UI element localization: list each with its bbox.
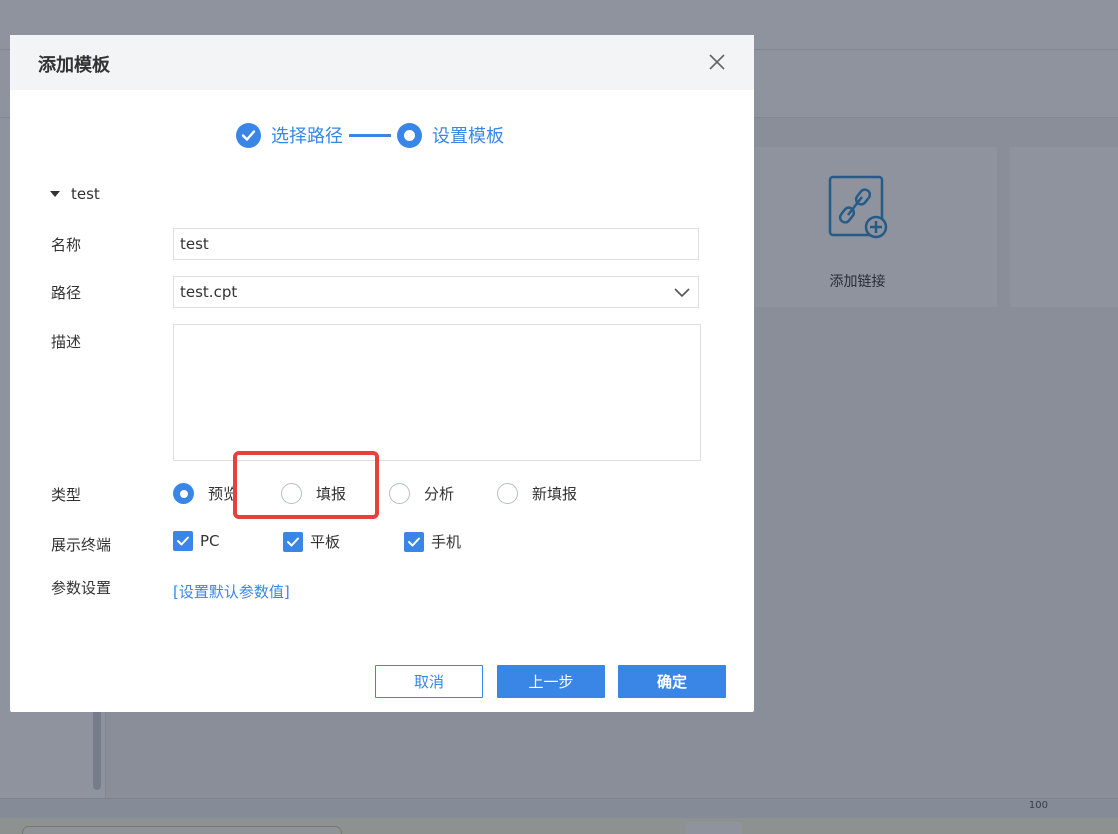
type-radio-new-fill-label: 新填报 bbox=[532, 485, 578, 503]
path-select[interactable]: test.cpt bbox=[173, 276, 699, 308]
terminal-check-phone-label: 手机 bbox=[431, 533, 462, 551]
radio-checked-icon bbox=[173, 483, 194, 504]
type-label: 类型 bbox=[51, 486, 82, 504]
step-indicator: 选择路径 设置模板 bbox=[236, 121, 504, 149]
terminal-label: 展示终端 bbox=[51, 536, 112, 554]
terminal-check-pc-label: PC bbox=[200, 532, 220, 550]
radio-unchecked-icon bbox=[497, 483, 518, 504]
name-input[interactable]: test bbox=[173, 228, 699, 260]
name-label: 名称 bbox=[51, 236, 82, 254]
checkbox-checked-icon bbox=[404, 531, 424, 552]
path-label: 路径 bbox=[51, 284, 82, 302]
terminal-check-phone[interactable]: 手机 bbox=[404, 531, 461, 552]
terminal-check-pc[interactable]: PC bbox=[173, 531, 220, 551]
close-icon[interactable] bbox=[706, 51, 728, 73]
step-connector bbox=[349, 133, 391, 137]
radio-unchecked-icon bbox=[389, 483, 410, 504]
group-label: test bbox=[71, 185, 100, 203]
param-label: 参数设置 bbox=[51, 579, 112, 597]
confirm-button[interactable]: 确定 bbox=[618, 665, 726, 698]
step-done-check-icon bbox=[236, 122, 261, 148]
name-input-value: test bbox=[180, 235, 209, 253]
chevron-down-icon bbox=[674, 285, 690, 301]
add-template-dialog: 添加模板 选择路径 设置模板 test 名称 test 路径 test.cpt … bbox=[10, 35, 754, 712]
highlight-annotation bbox=[233, 451, 379, 519]
prev-step-button[interactable]: 上一步 bbox=[497, 665, 605, 698]
type-radio-analysis-label: 分析 bbox=[424, 485, 455, 503]
step-current-icon bbox=[397, 122, 422, 148]
step-2-label: 设置模板 bbox=[432, 126, 504, 147]
desc-textarea[interactable] bbox=[173, 324, 701, 461]
dialog-header: 添加模板 bbox=[10, 35, 754, 90]
caret-down-icon bbox=[50, 191, 60, 197]
group-toggle[interactable]: test bbox=[50, 185, 100, 203]
checkbox-checked-icon bbox=[283, 531, 303, 552]
path-select-value: test.cpt bbox=[180, 283, 238, 301]
step-1-label: 选择路径 bbox=[271, 126, 343, 147]
cancel-button[interactable]: 取消 bbox=[375, 665, 483, 698]
dialog-title: 添加模板 bbox=[38, 55, 110, 76]
type-radio-new-fill[interactable]: 新填报 bbox=[497, 483, 577, 504]
checkbox-checked-icon bbox=[173, 531, 193, 551]
set-default-params-link[interactable]: [设置默认参数值] bbox=[173, 581, 290, 602]
desc-label: 描述 bbox=[51, 333, 82, 351]
terminal-check-tablet-label: 平板 bbox=[310, 533, 341, 551]
type-radio-analysis[interactable]: 分析 bbox=[389, 483, 454, 504]
type-radio-preview[interactable]: 预览 bbox=[173, 483, 238, 504]
terminal-check-tablet[interactable]: 平板 bbox=[283, 531, 340, 552]
